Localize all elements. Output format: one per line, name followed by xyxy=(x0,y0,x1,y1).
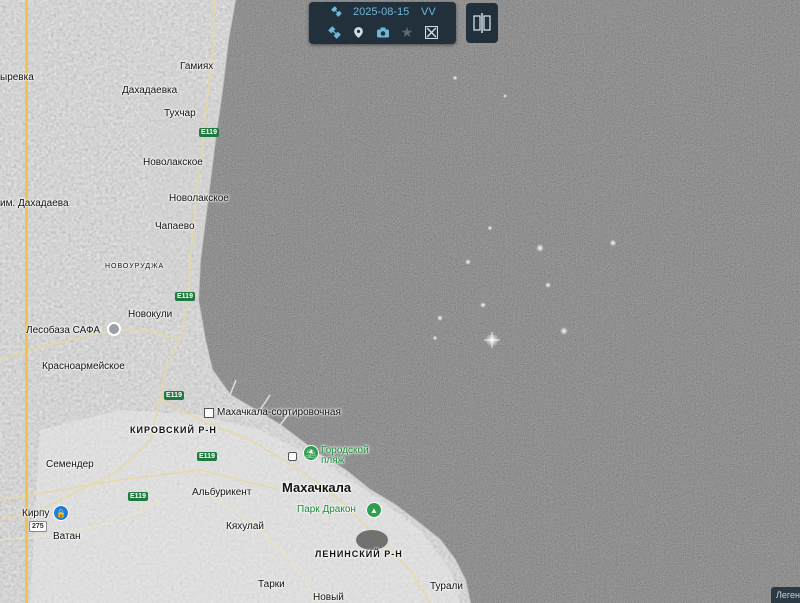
poi-label: Городской пляж xyxy=(321,445,369,466)
split-view-button[interactable] xyxy=(466,3,498,43)
place-label: Ватан xyxy=(53,531,81,542)
place-label: Турали xyxy=(430,581,463,592)
star-icon[interactable]: ★ xyxy=(399,24,415,40)
place-label: Кирпу xyxy=(22,508,50,519)
poi-label: Парк Дракон xyxy=(297,504,356,515)
place-label: Дахадаевка xyxy=(122,85,178,96)
train-station-icon xyxy=(204,408,214,418)
place-label: Семендер xyxy=(46,459,94,470)
place-label: ыревка xyxy=(0,72,34,83)
place-label: Кяхулай xyxy=(226,521,265,532)
acquisition-date[interactable]: 2025-08-15 xyxy=(353,6,409,18)
layers-pin-icon[interactable] xyxy=(350,24,366,40)
road-shield: E119 xyxy=(164,391,184,400)
place-label: Гамиях xyxy=(180,61,214,72)
place-label: Тарки xyxy=(258,579,285,590)
polarization[interactable]: VV xyxy=(421,6,436,18)
city-label: Махачкала xyxy=(282,480,352,495)
district-label: ЛЕНИНСКИЙ Р-Н xyxy=(315,549,403,559)
satellite-icon[interactable] xyxy=(326,24,342,40)
image-toolbar: 2025-08-15 VV ★ xyxy=(309,2,456,44)
lake xyxy=(356,530,388,550)
place-label: Новолакское xyxy=(143,157,203,168)
road-shield: E119 xyxy=(199,128,219,137)
lesobaza-marker-icon[interactable] xyxy=(107,322,121,336)
poi-label: Лесобаза САФА xyxy=(26,325,101,336)
district-label: КИРОВСКИЙ Р-Н xyxy=(130,425,217,435)
place-label: Новокули xyxy=(128,309,173,320)
shopping-marker-icon[interactable]: 🔒 xyxy=(53,505,69,521)
road-shield: E119 xyxy=(175,292,195,301)
place-label: Красноармейское xyxy=(42,361,125,372)
beach-marker-icon[interactable]: ⛱ xyxy=(303,445,319,461)
satellite-map[interactable] xyxy=(0,0,800,603)
place-label: Тухчар xyxy=(164,108,196,119)
legend-toggle[interactable]: Леген xyxy=(771,587,800,603)
place-label: НОВОУРУДЖА xyxy=(105,263,165,270)
bus-stop-icon xyxy=(288,452,297,461)
place-label: им. Дахадаева xyxy=(0,198,69,209)
split-view-icon xyxy=(473,13,491,33)
road-shield: E119 xyxy=(128,492,148,501)
road-shield: E119 xyxy=(197,452,217,461)
park-marker-icon[interactable]: ▲ xyxy=(366,502,382,518)
place-label: Альбурикент xyxy=(192,487,252,498)
compare-icon[interactable] xyxy=(423,24,439,40)
place-label: Новолакское xyxy=(169,193,229,204)
road-shield: 275 xyxy=(29,521,47,532)
place-label: Новый xyxy=(313,592,344,603)
satellite-icon xyxy=(331,6,342,20)
camera-icon[interactable] xyxy=(375,24,391,40)
place-label: Чапаево xyxy=(155,221,195,232)
poi-label: Махачкала-сортировочная xyxy=(217,407,341,418)
